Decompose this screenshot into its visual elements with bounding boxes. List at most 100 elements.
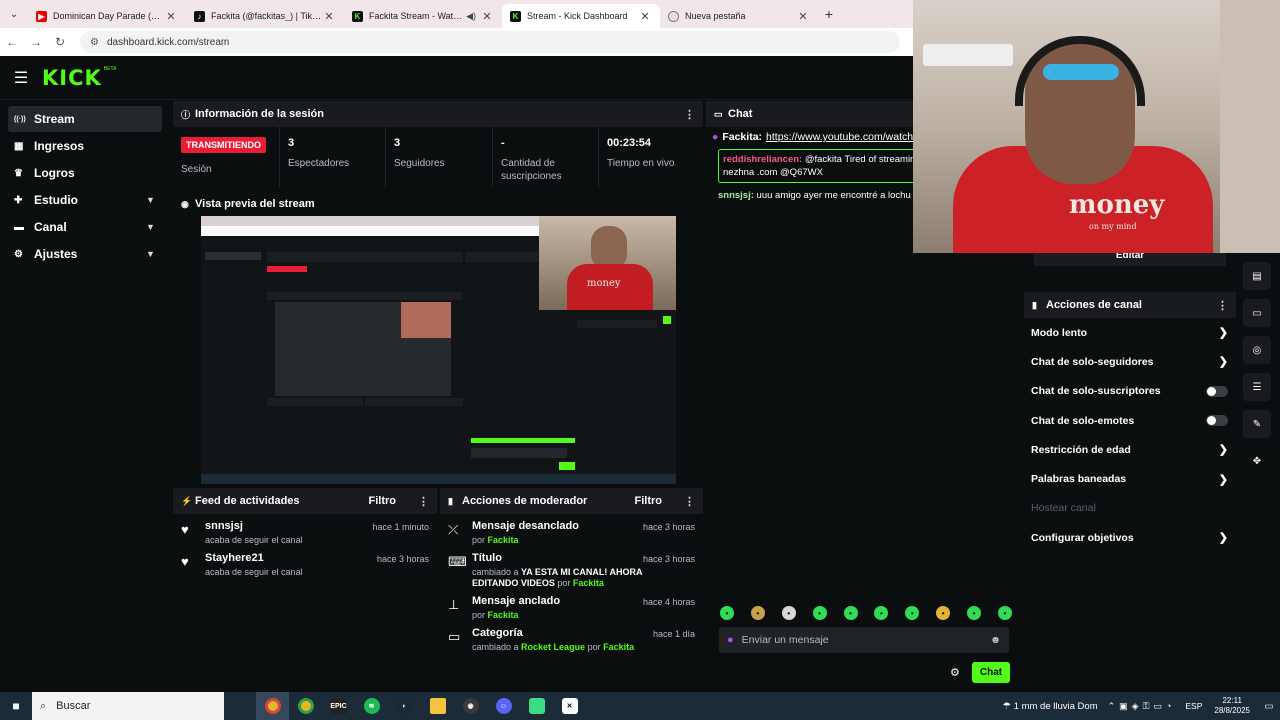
browser-tab[interactable]: ◌ Nueva pestaña ✕ (660, 4, 818, 28)
feed-more-icon[interactable]: ⋮ (418, 495, 429, 508)
stream-preview-video[interactable]: money (201, 216, 676, 484)
chrome-alt-icon[interactable] (289, 692, 322, 720)
tab-close-icon[interactable]: ✕ (796, 10, 810, 23)
tab-close-icon[interactable]: ✕ (322, 10, 336, 23)
emote-icon[interactable]: • (720, 606, 734, 620)
voice-icon[interactable]: ● (727, 634, 734, 646)
browser-tab[interactable]: K Fackita Stream - Watch Live◀) ✕ (344, 4, 502, 28)
chevron-right-icon[interactable]: ❯ (1219, 355, 1228, 368)
chevron-right-icon[interactable]: ❯ (1219, 531, 1228, 544)
channel-option[interactable]: Palabras baneadas ❯ (1024, 464, 1236, 493)
sidebar-item-stream[interactable]: ((·)) Stream (8, 106, 162, 132)
sidebar-item-logros[interactable]: ♛ Logros (8, 160, 162, 186)
toggle-switch[interactable] (1206, 415, 1228, 427)
signal-icon: ((·)) (14, 115, 26, 123)
chat-send-button[interactable]: Chat (971, 662, 1011, 683)
file-explorer-icon[interactable] (421, 692, 454, 720)
channel-option[interactable]: Chat de solo-seguidores ❯ (1024, 347, 1236, 376)
edit-button[interactable]: Editar (1034, 253, 1226, 266)
layout-icon[interactable]: ☰ (1243, 373, 1271, 401)
chevron-down-icon[interactable]: ▼ (146, 249, 162, 259)
chevron-right-icon[interactable]: ❯ (1219, 473, 1228, 486)
chat-username[interactable]: reddishreliancen: (723, 154, 802, 165)
browser-tab[interactable]: ▶ Dominican Day Parade (Recap✕ (28, 4, 186, 28)
pinned-user[interactable]: Fackita: (722, 131, 762, 143)
chevron-down-icon[interactable]: ▼ (146, 195, 162, 205)
channel-option[interactable]: Configurar objetivos ❯ (1024, 523, 1236, 552)
chat-input[interactable]: ● Enviar un mensaje ☻ (719, 627, 1009, 653)
feed-user[interactable]: snnsjsj (205, 520, 372, 532)
browser-tab[interactable]: K Stream - Kick Dashboard ✕ (502, 4, 660, 28)
chevron-right-icon[interactable]: ❯ (1219, 326, 1228, 339)
sidebar-item-estudio[interactable]: ✚ Estudio ▼ (8, 187, 162, 213)
back-icon[interactable]: ← (0, 35, 24, 49)
emote-icon[interactable]: • (843, 606, 858, 620)
notification-icon[interactable]: ▭ (1258, 701, 1280, 712)
pinned-link[interactable]: https://www.youtube.com/watch?v (766, 131, 924, 143)
mod-action-user[interactable]: Fackita (488, 535, 519, 545)
emote-icon[interactable]: • (750, 606, 765, 620)
feed-user[interactable]: Stayhere21 (205, 552, 377, 564)
audio-icon[interactable]: ◀) (466, 11, 476, 22)
epic-games-icon[interactable]: EPIC (322, 692, 355, 720)
channel-option[interactable]: Restricción de edad ❯ (1024, 435, 1236, 464)
emote-icon[interactable]: • (874, 606, 889, 620)
clipboard-icon[interactable]: ▤ (1243, 262, 1271, 290)
emote-icon[interactable]: • (967, 606, 981, 620)
tab-close-icon[interactable]: ✕ (480, 10, 494, 23)
broadcast-icon[interactable]: ◎ (1243, 336, 1271, 364)
tab-search-icon[interactable]: ⌄ (0, 0, 28, 28)
toggle-switch[interactable] (1206, 385, 1228, 397)
windows-start-icon[interactable]: ■ (0, 699, 32, 713)
chat-settings-icon[interactable]: ⚙ (950, 666, 960, 679)
channel-option[interactable]: Chat de solo-emotes (1024, 406, 1236, 435)
new-tab-button[interactable]: + (818, 6, 840, 22)
tab-close-icon[interactable]: ✕ (164, 10, 178, 23)
chevron-right-icon[interactable]: ❯ (1219, 443, 1228, 456)
emote-icon[interactable]: • (812, 606, 827, 620)
tab-close-icon[interactable]: ✕ (638, 10, 652, 23)
emoji-icon[interactable]: ☻ (990, 634, 1001, 646)
weather-widget[interactable]: ☂ 1 mm de lluvia Dom (1003, 701, 1098, 712)
emote-icon[interactable]: • (997, 606, 1012, 620)
wrench-icon[interactable]: ✎ (1243, 410, 1271, 438)
menu-icon[interactable]: ☰ (0, 68, 42, 88)
more-options-icon[interactable]: ⋮ (684, 108, 695, 121)
browser-tab[interactable]: ♪ Fackita (@fackitas_) | TikTok ✕ (186, 4, 344, 28)
site-info-icon[interactable]: ⚙ (90, 37, 99, 48)
clock[interactable]: 22:11 28/8/2025 (1214, 696, 1250, 716)
discord-icon[interactable]: ☺ (487, 692, 520, 720)
mod-filter-button[interactable]: Filtro (635, 495, 663, 507)
sidebar-item-ajustes[interactable]: ⚙ Ajustes ▼ (8, 241, 162, 267)
chat-icon[interactable]: ▭ (1243, 299, 1271, 327)
android-icon[interactable] (520, 692, 553, 720)
emote-icon[interactable]: • (781, 606, 796, 620)
tray-icons[interactable]: ⌃▣◈⚿▭◔ (1108, 701, 1176, 712)
forward-icon[interactable]: → (24, 35, 48, 49)
spotify-icon[interactable]: ≋ (355, 692, 388, 720)
channel-actions-more-icon[interactable]: ⋮ (1217, 299, 1228, 312)
mod-action-user[interactable]: Fackita (488, 610, 519, 620)
obs-icon[interactable]: ◉ (454, 692, 487, 720)
language-indicator[interactable]: ESP (1185, 701, 1202, 711)
chrome-icon[interactable] (256, 692, 289, 720)
taskbar-search[interactable]: ⌕ Buscar (32, 692, 224, 720)
steam-icon[interactable]: ◐ (388, 692, 421, 720)
mod-action-user[interactable]: Fackita (573, 578, 604, 588)
mod-action-user[interactable]: Fackita (603, 642, 634, 652)
emote-icon[interactable]: • (936, 606, 951, 620)
url-field[interactable]: ⚙ dashboard.kick.com/stream (80, 31, 900, 53)
channel-option[interactable]: Chat de solo-suscriptores (1024, 377, 1236, 406)
kick-logo[interactable]: KICK BETA (42, 66, 116, 90)
channel-option[interactable]: Modo lento ❯ (1024, 318, 1236, 347)
sidebar-item-ingresos[interactable]: ▦ Ingresos (8, 133, 162, 159)
reload-icon[interactable]: ↻ (48, 35, 72, 49)
chevron-down-icon[interactable]: ▼ (146, 222, 162, 232)
feed-filter-button[interactable]: Filtro (369, 495, 397, 507)
chat-username[interactable]: snnsjsj: (718, 190, 754, 201)
sidebar-item-canal[interactable]: ▬ Canal ▼ (8, 214, 162, 240)
mod-more-icon[interactable]: ⋮ (684, 495, 695, 508)
emote-icon[interactable]: • (905, 606, 920, 620)
capcut-icon[interactable]: ✕ (553, 692, 586, 720)
apps-icon[interactable]: ✥ (1243, 447, 1271, 475)
